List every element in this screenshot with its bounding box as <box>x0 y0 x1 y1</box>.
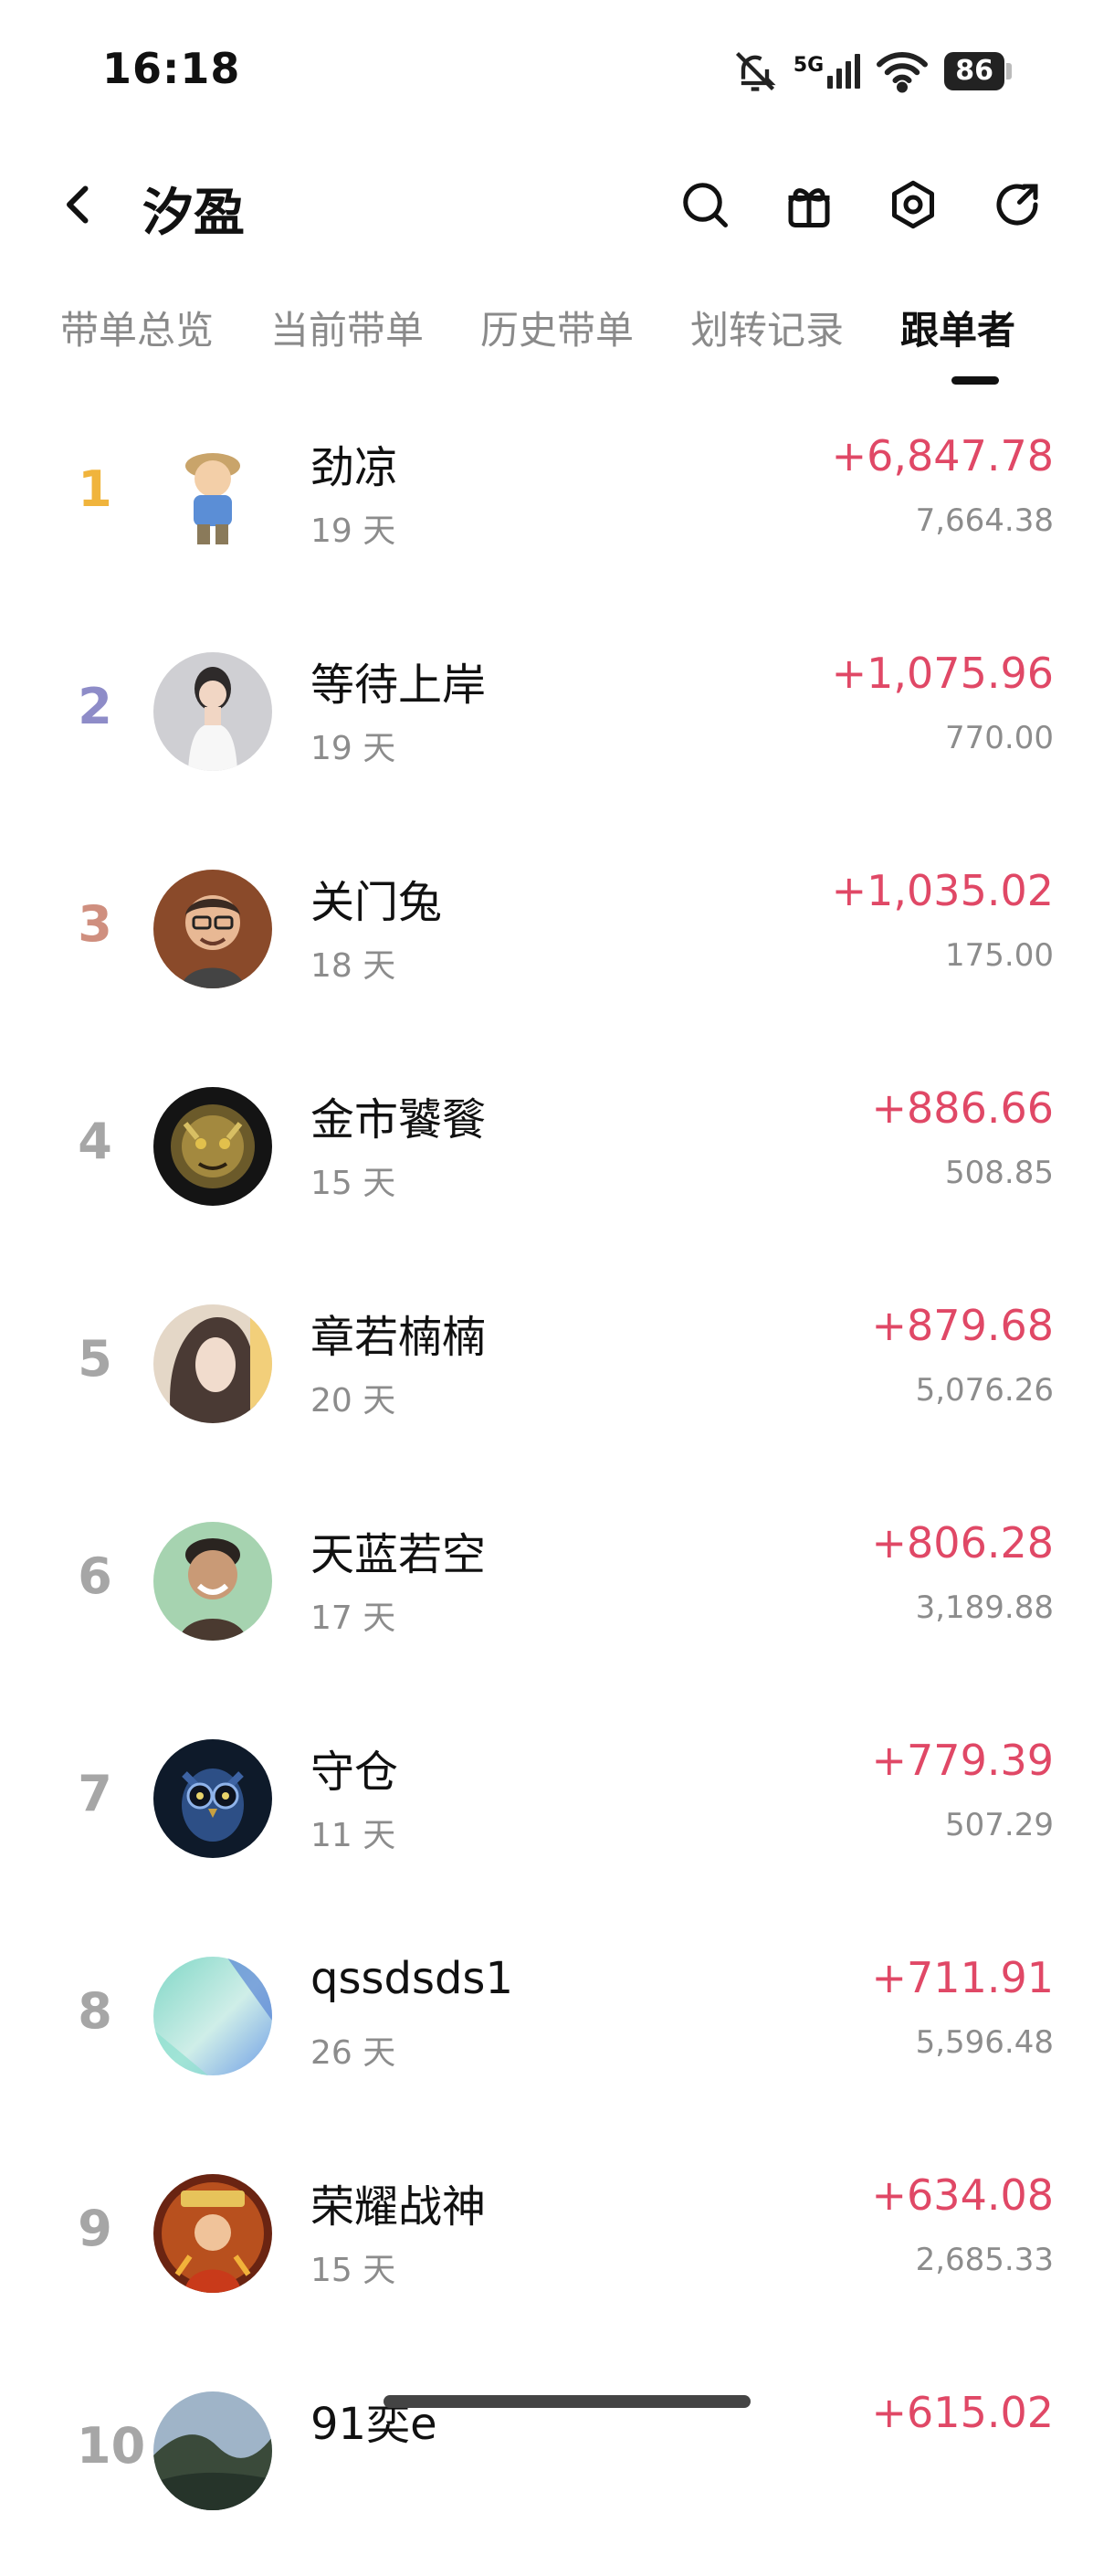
status-time: 16:18 <box>102 44 241 93</box>
list-item[interactable]: 8 qssdsds1 26 天 +711.91 5,596.48 <box>0 1924 1114 2141</box>
follower-name: 等待上岸 <box>310 660 487 711</box>
avatar <box>153 2391 272 2510</box>
rank-number: 8 <box>78 1982 112 2040</box>
follow-days: 26 天 <box>310 2034 396 2072</box>
follower-name: 关门兔 <box>310 877 443 928</box>
avatar <box>153 1522 272 1641</box>
amount-value: 2,685.33 <box>915 2242 1054 2278</box>
gift-icon[interactable] <box>782 177 836 232</box>
avatar <box>153 1304 272 1423</box>
tab-transfer-records[interactable]: 划转记录 <box>690 300 844 355</box>
follower-name: 荣耀战神 <box>310 2181 487 2233</box>
profit-value: +1,035.02 <box>831 866 1054 915</box>
tab-overview[interactable]: 带单总览 <box>60 300 214 355</box>
tab-followers[interactable]: 跟单者 <box>900 300 1015 355</box>
header: 汐盈 <box>0 155 1114 256</box>
follower-name: qssdsds1 <box>310 1953 513 2004</box>
follow-days: 18 天 <box>310 947 396 985</box>
list-item[interactable]: 6 天蓝若空 17 天 +806.28 3,189.88 <box>0 1489 1114 1706</box>
share-icon[interactable] <box>990 177 1045 232</box>
tab-history[interactable]: 历史带单 <box>480 300 634 355</box>
list-item[interactable]: 2 等待上岸 19 天 +1,075.96 770.00 <box>0 619 1114 837</box>
amount-value: 5,596.48 <box>915 2024 1054 2061</box>
avatar <box>153 652 272 771</box>
battery-level: 86 <box>944 52 1004 90</box>
follow-days: 15 天 <box>310 2252 396 2289</box>
profit-value: +879.68 <box>871 1301 1055 1350</box>
follower-list: 1 劲凉 19 天 +6,847.78 7,664.38 2 等待上岸 19 天… <box>0 402 1114 2576</box>
profit-value: +615.02 <box>871 2388 1055 2437</box>
follower-name: 天蓝若空 <box>310 1529 487 1580</box>
follower-name: 章若楠楠 <box>310 1312 487 1363</box>
back-icon[interactable] <box>51 177 106 232</box>
amount-value: 507.29 <box>945 1807 1054 1843</box>
follow-days: 11 天 <box>310 1817 396 1854</box>
tab-bar: 带单总览 当前带单 历史带单 划转记录 跟单者 <box>0 292 1114 393</box>
avatar <box>153 2174 272 2293</box>
signal-icon: 5G <box>793 54 861 89</box>
amount-value: 7,664.38 <box>915 502 1054 539</box>
list-item[interactable]: 4 金市饕餮 15 天 +886.66 508.85 <box>0 1054 1114 1272</box>
status-bar: 16:18 5G 86 <box>0 0 1114 137</box>
follow-days: 19 天 <box>310 512 396 550</box>
rank-number: 9 <box>78 2200 112 2257</box>
avatar <box>153 1739 272 1858</box>
rank-number: 4 <box>78 1113 112 1170</box>
network-label: 5G <box>793 54 825 77</box>
list-item[interactable]: 10 91奕e +615.02 <box>0 2359 1114 2576</box>
amount-value: 5,076.26 <box>915 1372 1054 1409</box>
profit-value: +6,847.78 <box>831 431 1054 480</box>
rank-number: 1 <box>78 460 112 518</box>
rank-number: 7 <box>78 1765 112 1822</box>
list-item[interactable]: 3 关门兔 18 天 +1,035.02 175.00 <box>0 837 1114 1054</box>
rank-number: 3 <box>78 895 112 953</box>
rank-number: 10 <box>77 2417 146 2475</box>
profit-value: +634.08 <box>871 2170 1055 2220</box>
amount-value: 770.00 <box>945 720 1054 756</box>
tab-active-indicator <box>951 376 999 385</box>
follow-days: 17 天 <box>310 1599 396 1637</box>
settings-icon[interactable] <box>886 177 941 232</box>
list-item[interactable]: 1 劲凉 19 天 +6,847.78 7,664.38 <box>0 402 1114 619</box>
profit-value: +779.39 <box>871 1736 1055 1785</box>
home-indicator[interactable] <box>384 2395 751 2408</box>
list-item[interactable]: 9 荣耀战神 15 天 +634.08 2,685.33 <box>0 2141 1114 2359</box>
follow-days: 15 天 <box>310 1165 396 1202</box>
tab-current[interactable]: 当前带单 <box>270 300 424 355</box>
follower-name: 守仓 <box>310 1747 399 1798</box>
amount-value: 508.85 <box>945 1155 1054 1191</box>
amount-value: 175.00 <box>945 937 1054 974</box>
follower-name: 金市饕餮 <box>310 1094 487 1145</box>
list-item[interactable]: 5 章若楠楠 20 天 +879.68 5,076.26 <box>0 1272 1114 1489</box>
follow-days: 19 天 <box>310 730 396 767</box>
avatar <box>153 1957 272 2075</box>
status-icons: 5G 86 <box>731 44 1012 99</box>
list-item[interactable]: 7 守仓 11 天 +779.39 507.29 <box>0 1706 1114 1924</box>
profit-value: +1,075.96 <box>831 649 1054 698</box>
page-title: 汐盈 <box>142 184 245 243</box>
battery-icon: 86 <box>944 52 1012 90</box>
profit-value: +886.66 <box>871 1083 1055 1133</box>
rank-number: 5 <box>78 1330 112 1388</box>
amount-value: 3,189.88 <box>915 1589 1054 1626</box>
avatar <box>153 435 272 554</box>
search-icon[interactable] <box>678 177 732 232</box>
rank-number: 6 <box>78 1547 112 1605</box>
rank-number: 2 <box>78 678 112 735</box>
follow-days: 20 天 <box>310 1382 396 1420</box>
bell-muted-icon <box>735 51 776 91</box>
wifi-icon <box>877 52 929 93</box>
profit-value: +711.91 <box>871 1953 1055 2002</box>
avatar <box>153 1087 272 1206</box>
follower-name: 劲凉 <box>310 442 399 493</box>
avatar <box>153 870 272 988</box>
profit-value: +806.28 <box>871 1518 1055 1568</box>
